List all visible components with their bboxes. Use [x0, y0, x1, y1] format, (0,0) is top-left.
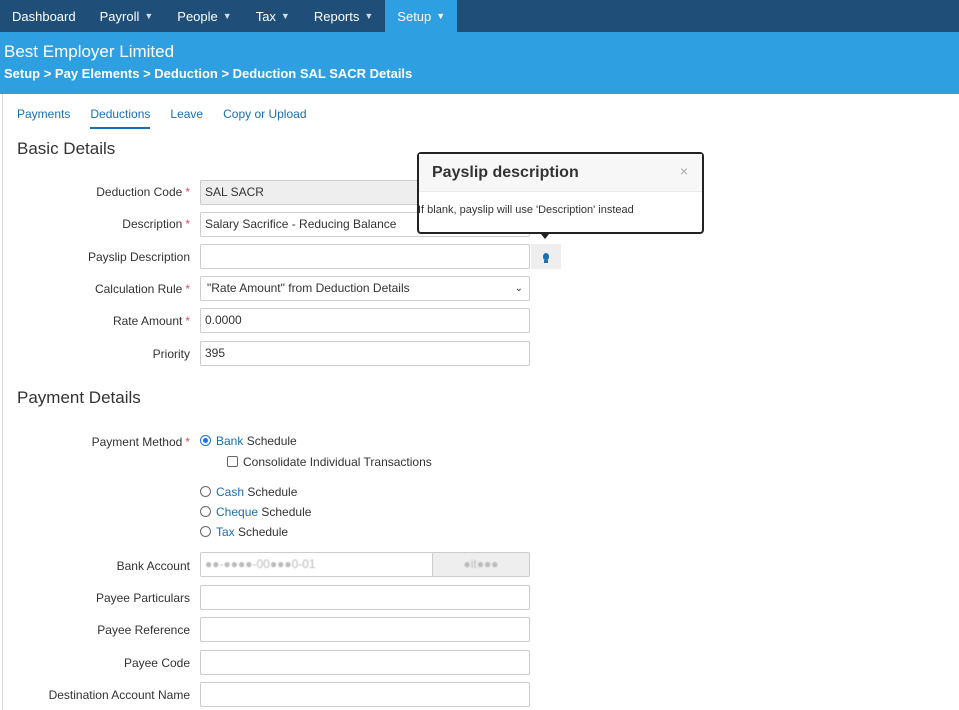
caret-down-icon: ▼	[144, 11, 154, 21]
radio-cheque-schedule[interactable]	[200, 506, 211, 517]
nav-payroll[interactable]: Payroll ▼	[88, 0, 166, 32]
destination-account-name-label: Destination Account Name	[48, 688, 190, 702]
radio-tax-schedule[interactable]	[200, 526, 211, 537]
payslip-description-field[interactable]	[200, 244, 530, 269]
popover-body: If blank, payslip will use 'Description'…	[418, 204, 634, 216]
payee-code-label: Payee Code	[123, 656, 190, 670]
basic-details-heading: Basic Details	[17, 139, 116, 158]
destination-account-name-field[interactable]	[200, 682, 530, 707]
payment-method-label-text: Payment Method	[91, 435, 183, 449]
priority-label: Priority	[152, 347, 190, 361]
payment-details-heading: Payment Details	[17, 388, 141, 407]
bank-account-field[interactable]: ●●-●●●●-00●●●0-01	[201, 553, 432, 576]
tab-deductions[interactable]: Deductions	[90, 107, 151, 129]
consolidate-label: Consolidate Individual Transactions	[243, 455, 432, 469]
company-name: Best Employer Limited	[4, 42, 175, 61]
chevron-down-icon: ⌄	[514, 283, 523, 294]
nav-setup[interactable]: Setup ▼	[385, 0, 458, 32]
cash-schedule-label: Cash Schedule	[216, 485, 297, 499]
nav-dashboard[interactable]: Dashboard	[0, 0, 88, 32]
rate-amount-field[interactable]: 0.0000	[200, 308, 530, 333]
bank-account-value: ●●-●●●●-00●●●0-01	[205, 557, 316, 571]
nav-reports[interactable]: Reports ▼	[302, 0, 385, 32]
caret-down-icon: ▼	[364, 11, 374, 21]
required-marker: *	[185, 314, 190, 328]
description-label-text: Description	[122, 217, 183, 231]
bank-account-group: ●●-●●●●-00●●●0-01 ●it●●●	[200, 552, 530, 577]
required-marker: *	[185, 217, 190, 231]
popover-header: Payslip description ×	[419, 154, 702, 192]
cheque-schedule-label: Cheque Schedule	[216, 505, 311, 519]
bank-name-addon: ●it●●●	[432, 553, 529, 576]
bank-schedule-label: Bank Schedule	[216, 434, 297, 448]
payee-code-field[interactable]	[200, 650, 530, 675]
tax-schedule-rest: Schedule	[234, 525, 289, 539]
calculation-rule-label-text: Calculation Rule	[94, 282, 183, 296]
deduction-code-label: Deduction Code *	[0, 185, 190, 199]
nav-dashboard-label: Dashboard	[12, 8, 76, 24]
payee-particulars-label: Payee Particulars	[95, 591, 190, 605]
description-label: Description *	[0, 217, 190, 231]
priority-field[interactable]: 395	[200, 341, 530, 366]
tab-payments[interactable]: Payments	[17, 107, 70, 129]
nav-tax[interactable]: Tax ▼	[244, 0, 302, 32]
top-nav: Dashboard Payroll ▼ People ▼ Tax ▼ Reports ▼…	[0, 0, 959, 32]
lightbulb-icon	[543, 253, 549, 263]
caret-down-icon: ▼	[222, 11, 232, 21]
popover-title: Payslip description	[432, 164, 579, 181]
tax-schedule-label: Tax Schedule	[216, 525, 288, 539]
calculation-rule-label: Calculation Rule *	[0, 282, 190, 296]
payslip-description-popover: Payslip description × If blank, payslip …	[417, 152, 704, 234]
payee-reference-field[interactable]	[200, 617, 530, 642]
nav-people[interactable]: People ▼	[165, 0, 243, 32]
tax-link[interactable]: Tax	[216, 525, 235, 539]
bank-link[interactable]: Bank	[216, 434, 243, 448]
cash-schedule-rest: Schedule	[244, 485, 298, 499]
tab-leave[interactable]: Leave	[170, 107, 203, 129]
rate-amount-label: Rate Amount *	[0, 314, 190, 328]
radio-bank-schedule[interactable]	[200, 435, 211, 446]
payee-reference-label: Payee Reference	[97, 623, 190, 637]
cheque-schedule-rest: Schedule	[258, 505, 312, 519]
bank-name-value: ●it●●●	[463, 557, 499, 571]
required-marker: *	[185, 185, 190, 199]
caret-down-icon: ▼	[280, 11, 290, 21]
popover-arrow	[541, 234, 549, 239]
caret-down-icon: ▼	[436, 11, 446, 21]
page-header: Best Employer Limited Setup > Pay Elemen…	[0, 32, 959, 94]
breadcrumb: Setup > Pay Elements > Deduction > Deduc…	[4, 66, 413, 81]
payee-particulars-field[interactable]	[200, 585, 530, 610]
payment-method-label: Payment Method *	[0, 435, 190, 449]
required-marker: *	[185, 282, 190, 296]
deduction-code-label-text: Deduction Code	[96, 185, 183, 199]
calculation-rule-select[interactable]: "Rate Amount" from Deduction Details ⌄	[200, 276, 530, 301]
radio-cash-schedule[interactable]	[200, 486, 211, 497]
nav-people-label: People	[177, 8, 218, 24]
calculation-rule-value: "Rate Amount" from Deduction Details	[207, 281, 410, 295]
required-marker: *	[185, 435, 190, 449]
rate-amount-label-text: Rate Amount	[112, 314, 183, 328]
consolidate-checkbox[interactable]	[227, 456, 238, 467]
nav-payroll-label: Payroll	[99, 8, 140, 24]
tab-bar: Payments Deductions Leave Copy or Upload	[17, 107, 327, 129]
tab-copy-or-upload[interactable]: Copy or Upload	[223, 107, 306, 129]
payslip-hint-button[interactable]	[531, 244, 561, 269]
cash-link[interactable]: Cash	[216, 485, 244, 499]
bank-schedule-rest: Schedule	[243, 434, 297, 448]
close-icon[interactable]: ×	[680, 163, 688, 179]
nav-reports-label: Reports	[313, 8, 360, 24]
payslip-description-label: Payslip Description	[87, 250, 190, 264]
nav-tax-label: Tax	[255, 8, 276, 24]
nav-setup-label: Setup	[397, 8, 432, 24]
cheque-link[interactable]: Cheque	[216, 505, 258, 519]
bank-account-label: Bank Account	[116, 559, 190, 573]
